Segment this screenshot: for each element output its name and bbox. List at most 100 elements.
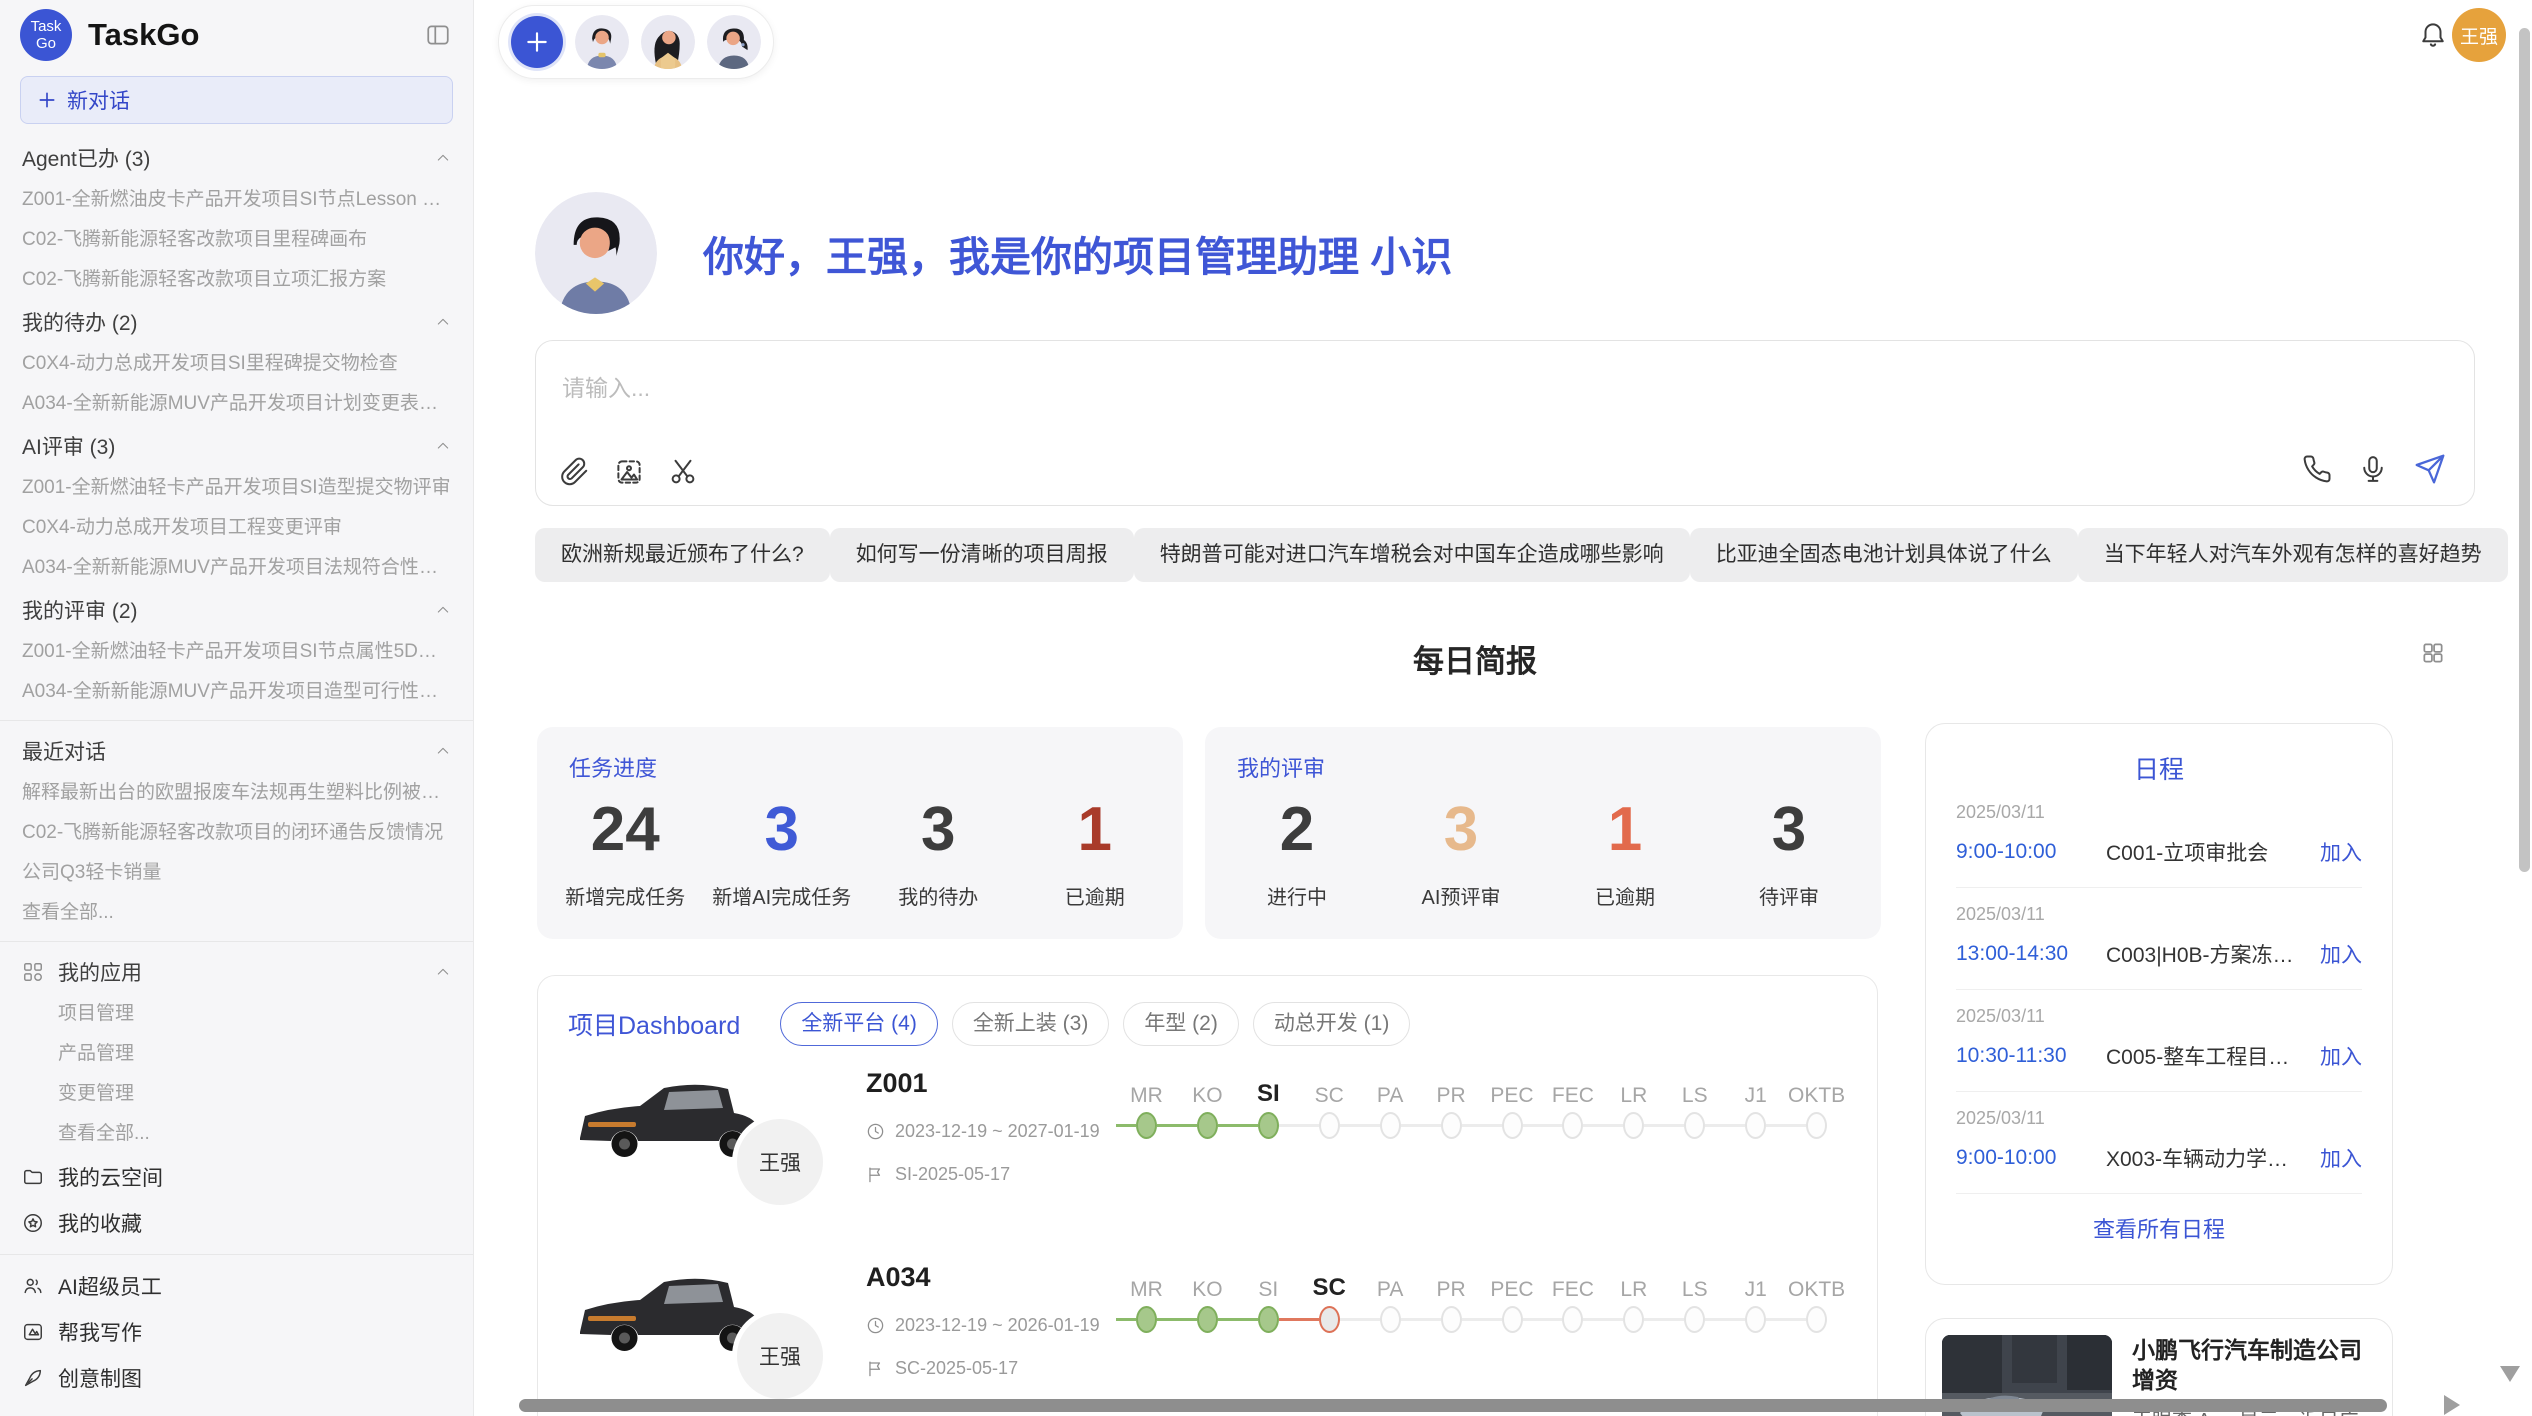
schedule-item[interactable]: 2025/03/11 10:30-11:30 C005-整车工程目标评审 加入 [1956,990,2362,1092]
suggestion-chip[interactable]: 欧洲新规最近颁布了什么? [535,528,830,582]
scroll-down-arrow[interactable] [2500,1366,2520,1382]
add-agent-button[interactable] [511,16,563,68]
agent-avatar-3[interactable] [707,15,761,69]
attach-image-icon[interactable] [614,457,644,487]
filter-new-body[interactable]: 全新上装 (3) [952,1002,1110,1046]
sidebar-task-item[interactable]: A034-全新新能源MUV产品开发项目法规符合性评审 [22,548,451,588]
app-item-project-mgmt[interactable]: 项目管理 [22,994,451,1034]
agent-avatar-2[interactable] [641,15,695,69]
screenshot-scissors-icon[interactable] [668,457,698,487]
section-agent-done[interactable]: Agent已办 (3) [22,136,451,180]
sidebar-task-item[interactable]: Z001-全新燃油轻卡产品开发项目SI造型提交物评审 [22,468,451,508]
schedule-item[interactable]: 2025/03/11 9:00-10:00 C001-立项审批会 加入 [1956,786,2362,888]
send-icon[interactable] [2414,453,2446,485]
milestone-pa: PA [1360,1266,1421,1336]
milestone-pec: PEC [1482,1072,1543,1142]
agent-avatar-1[interactable] [575,15,629,69]
new-chat-button[interactable]: 新对话 [20,76,453,124]
view-all-schedule-link[interactable]: 查看所有日程 [1956,1194,2362,1262]
schedule-title: 日程 [1956,750,2362,786]
join-link[interactable]: 加入 [2320,939,2362,969]
milestone-dot [1562,1306,1583,1333]
filter-powertrain[interactable]: 动总开发 (1) [1253,1002,1411,1046]
vertical-scrollbar[interactable] [2519,28,2530,872]
milestone-j1: J1 [1725,1072,1786,1142]
section-my-todo[interactable]: 我的待办 (2) [22,300,451,344]
briefing-layout-icon[interactable] [2420,640,2446,666]
sidebar-task-item[interactable]: C02-飞腾新能源轻客改款项目里程碑画布 [22,220,451,260]
recent-chat-item[interactable]: 解释最新出台的欧盟报废车法规再生塑料比例被调至15%... [22,773,451,813]
suggestion-chip[interactable]: 如何写一份清晰的项目周报 [830,528,1134,582]
my-review-card: 我的评审 2 进行中 3 AI预评审 1 已逾期 3 待评审 [1205,727,1881,939]
milestone-dot [1745,1306,1766,1333]
attach-file-icon[interactable] [560,457,590,487]
schedule-date: 2025/03/11 [1956,1006,2362,1027]
suggestion-chips: 欧洲新规最近颁布了什么? 如何写一份清晰的项目周报 特朗普可能对进口汽车增税会对… [535,528,2415,582]
people-icon [22,1275,44,1297]
app-item-product-mgmt[interactable]: 产品管理 [22,1034,451,1074]
chevron-up-icon [435,314,451,330]
star-circle-icon [22,1212,44,1234]
dashboard-title: 项目Dashboard [568,1006,740,1042]
daily-briefing-title: 每日简报 [535,636,2415,681]
chat-input[interactable] [560,365,2164,411]
sidebar-task-item[interactable]: C02-飞腾新能源轻客改款项目立项汇报方案 [22,260,451,300]
sidebar-item-ai-staff[interactable]: AI超级员工 [22,1263,451,1309]
milestone-fec: FEC [1542,1072,1603,1142]
sidebar-item-creative-draw[interactable]: 创意制图 [22,1355,451,1401]
project-row-z001[interactable]: 王强 Z001 2023-12-19 ~ 2027-01-19 SI-2025-… [538,1056,1877,1236]
horizontal-scrollbar[interactable] [519,1399,2387,1412]
section-title: 最近对话 [22,736,106,766]
recent-chat-item[interactable]: C02-飞腾新能源轻客改款项目的闭环通告反馈情况 [22,813,451,853]
milestone-dot [1562,1112,1583,1139]
schedule-date: 2025/03/11 [1956,802,2362,823]
scroll-right-arrow[interactable] [2444,1395,2460,1415]
chevron-up-icon [435,602,451,618]
join-link[interactable]: 加入 [2320,1143,2362,1173]
sidebar: Task Go TaskGo 新对话 Agent已办 (3) Z001-全新燃油… [0,0,474,1416]
sidebar-collapse-icon[interactable] [423,20,453,50]
user-avatar[interactable]: 王强 [2452,8,2506,62]
sidebar-task-item[interactable]: A034-全新新能源MUV产品开发项目计划变更表编写 [22,384,451,424]
sidebar-task-item[interactable]: A034-全新新能源MUV产品开发项目造型可行性评审 [22,672,451,712]
join-link[interactable]: 加入 [2320,837,2362,867]
sidebar-item-cloud-space[interactable]: 我的云空间 [22,1154,451,1200]
sidebar-task-item[interactable]: C0X4-动力总成开发项目工程变更评审 [22,508,451,548]
schedule-name: C005-整车工程目标评审 [2106,1041,2308,1071]
sidebar-item-favorites[interactable]: 我的收藏 [22,1200,451,1246]
recent-chat-item[interactable]: 公司Q3轻卡销量 [22,853,451,893]
section-title: 我的评审 (2) [22,595,138,625]
filter-model-year[interactable]: 年型 (2) [1123,1002,1239,1046]
project-row-a034[interactable]: 王强 A034 2023-12-19 ~ 2026-01-19 SC-2025-… [538,1250,1877,1416]
phone-call-icon[interactable] [2302,454,2332,484]
milestone-dot [1197,1306,1218,1333]
section-recent-chats[interactable]: 最近对话 [22,729,451,773]
sidebar-task-item[interactable]: Z001-全新燃油轻卡产品开发项目SI节点属性5D文件评审 [22,632,451,672]
milestone-sc: SC [1299,1072,1360,1142]
join-link[interactable]: 加入 [2320,1041,2362,1071]
milestone-si: SI [1238,1072,1299,1142]
apps-grid-icon [22,961,44,983]
milestone-si: SI [1238,1266,1299,1336]
recent-chats-view-all[interactable]: 查看全部... [22,893,451,933]
sidebar-item-help-write[interactable]: 帮我写作 [22,1309,451,1355]
section-my-review[interactable]: 我的评审 (2) [22,588,451,632]
apps-view-all[interactable]: 查看全部... [22,1114,451,1154]
app-item-change-mgmt[interactable]: 变更管理 [22,1074,451,1114]
schedule-item[interactable]: 2025/03/11 9:00-10:00 X003-车辆动力学性能验... 加… [1956,1092,2362,1194]
section-my-apps[interactable]: 我的应用 [22,950,451,994]
suggestion-chip[interactable]: 比亚迪全固态电池计划具体说了什么 [1690,528,2078,582]
filter-new-platform[interactable]: 全新平台 (4) [780,1002,938,1046]
suggestion-chip[interactable]: 特朗普可能对进口汽车增税会对中国车企造成哪些影响 [1134,528,1690,582]
milestone-dot [1502,1112,1523,1139]
card-title: 我的评审 [1237,751,1325,783]
milestone-dot [1258,1112,1279,1139]
microphone-icon[interactable] [2358,454,2388,484]
schedule-item[interactable]: 2025/03/11 13:00-14:30 C003|H0B-方案冻结评审 加… [1956,888,2362,990]
sidebar-task-item[interactable]: C0X4-动力总成开发项目SI里程碑提交物检查 [22,344,451,384]
section-ai-review[interactable]: AI评审 (3) [22,424,451,468]
notification-bell-icon[interactable] [2418,20,2448,50]
help-write-label: 帮我写作 [58,1317,142,1347]
sidebar-task-item[interactable]: Z001-全新燃油皮卡产品开发项目SI节点Lesson Learn报告 [22,180,451,220]
suggestion-chip[interactable]: 当下年轻人对汽车外观有怎样的喜好趋势 [2078,528,2508,582]
